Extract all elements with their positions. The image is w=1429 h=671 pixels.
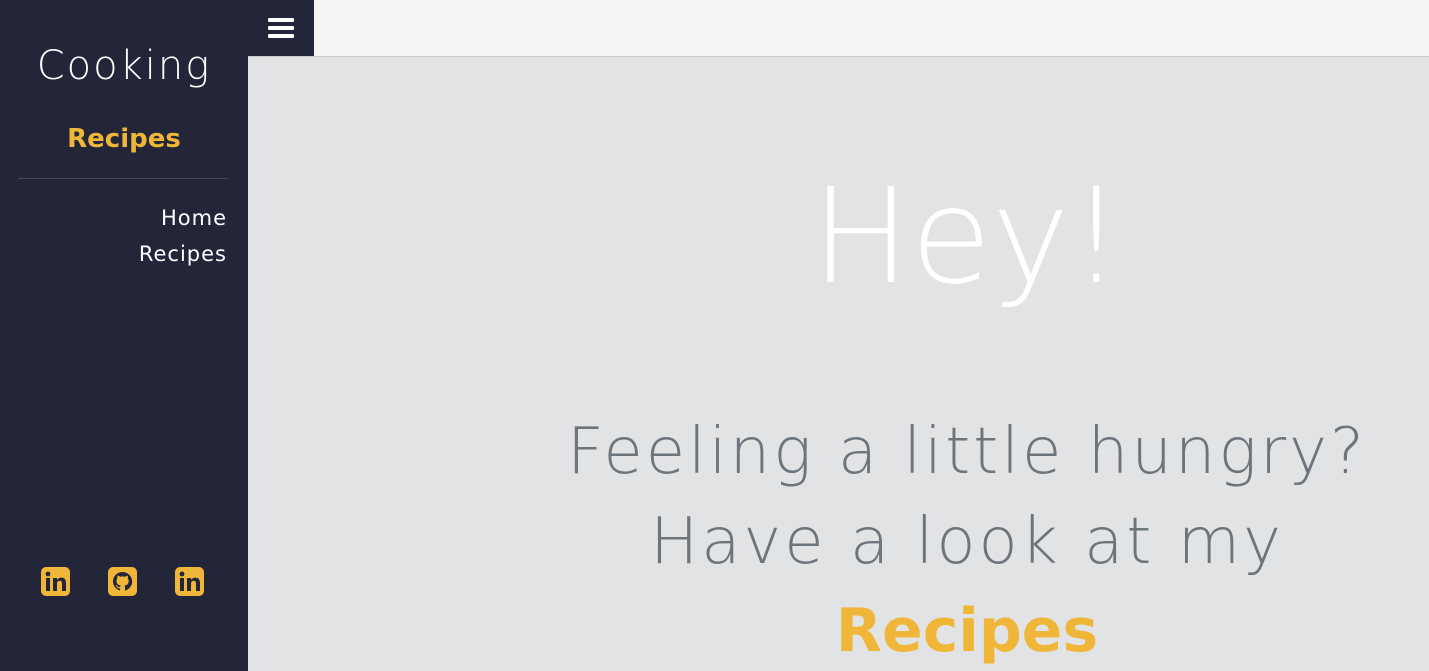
github-icon [108,567,137,596]
sidebar-item-recipes[interactable]: Recipes [139,236,227,272]
hero-line-2: Have a look at my [650,505,1284,579]
hero-title: Hey! [811,160,1123,314]
linkedin-link[interactable] [41,567,70,596]
brand-subtitle: Recipes [67,124,181,154]
social-links [41,567,204,596]
linkedin-link-2[interactable] [175,567,204,596]
github-link[interactable] [108,567,137,596]
linkedin-icon [41,567,70,596]
linkedin-icon [175,567,204,596]
sidebar-item-home[interactable]: Home [139,200,227,236]
sidebar: Cooking Recipes Home Recipes [0,0,248,671]
top-bar [248,0,1429,57]
main-content: Hey! Feeling a little hungry? Have a loo… [248,57,1429,671]
recipes-link[interactable]: Recipes [836,593,1098,669]
brand-title: Cooking [36,43,212,89]
hero-line-1: Feeling a little hungry? [567,415,1367,489]
sidebar-divider [18,178,228,179]
sidebar-nav: Home Recipes [139,200,227,272]
menu-toggle-button[interactable] [248,0,314,56]
